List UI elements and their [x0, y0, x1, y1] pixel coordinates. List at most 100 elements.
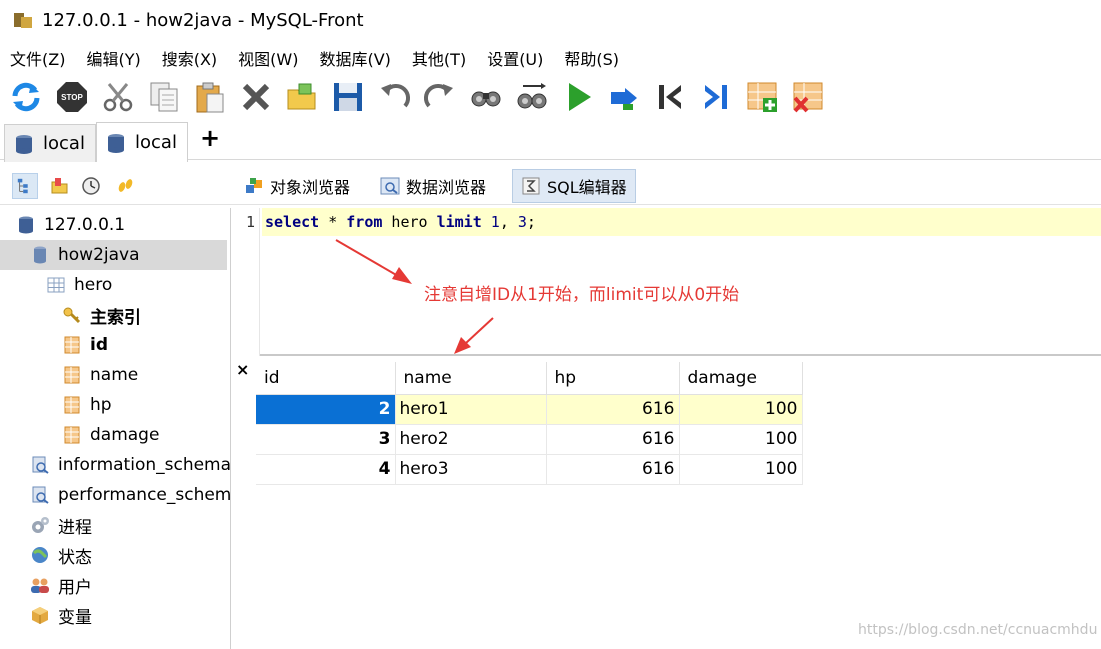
tree-item-table[interactable]: hero: [0, 270, 230, 300]
tree-item-label: how2java: [58, 245, 140, 265]
close-results-button[interactable]: ×: [236, 360, 249, 379]
tree-item-users[interactable]: 用户: [0, 570, 230, 600]
menu-view[interactable]: 视图(W): [238, 46, 298, 70]
column-header-id[interactable]: id: [256, 362, 396, 395]
bookmarks-button[interactable]: [46, 173, 72, 199]
tree-item-field[interactable]: name: [0, 360, 230, 390]
sql-keyword: limit: [436, 213, 482, 231]
cell-hp[interactable]: 616: [546, 454, 680, 485]
connection-tab-active[interactable]: local: [96, 122, 188, 162]
tree-item-status[interactable]: 状态: [0, 540, 230, 570]
users-icon: [31, 578, 49, 593]
cell-hp[interactable]: 616: [546, 394, 680, 425]
result-table: id name hp damage 2 hero1 616 100 3 hero…: [256, 362, 803, 485]
connection-tab-bar: local local +: [0, 120, 1101, 162]
copy-icon: [150, 82, 178, 112]
tree-item-field[interactable]: damage: [0, 420, 230, 450]
first-button[interactable]: [652, 79, 688, 115]
cell-id[interactable]: 4: [256, 454, 396, 485]
tree-item-label: id: [90, 335, 108, 355]
cell-name[interactable]: hero1: [395, 394, 547, 425]
menu-help[interactable]: 帮助(S): [564, 46, 619, 70]
insert-row-button[interactable]: [744, 79, 780, 115]
tree-item-system-database[interactable]: performance_schema: [0, 480, 230, 510]
table-row[interactable]: 3 hero2 616 100: [256, 424, 803, 455]
watermark: https://blog.csdn.net/ccnuacmhdu: [858, 622, 1098, 638]
field-icon: [64, 396, 80, 414]
delete-row-button[interactable]: [790, 79, 826, 115]
object-browser-button[interactable]: 对象浏览器: [236, 169, 358, 203]
replace-button[interactable]: [514, 79, 550, 115]
sql-code-line[interactable]: select * from hero limit 1, 3;: [262, 208, 1101, 236]
key-icon: [63, 307, 81, 324]
tree-item-variables[interactable]: 变量: [0, 600, 230, 630]
column-header-hp[interactable]: hp: [546, 362, 680, 395]
connection-tab[interactable]: local: [4, 124, 96, 162]
database-icon: [16, 134, 32, 154]
last-icon: [705, 85, 727, 109]
delete-button[interactable]: [238, 79, 274, 115]
tree-item-database[interactable]: how2java: [0, 240, 227, 270]
clock-icon: [82, 177, 100, 195]
table-row[interactable]: 4 hero3 616 100: [256, 454, 803, 485]
navigator-button[interactable]: [12, 173, 38, 199]
cell-name[interactable]: hero3: [395, 454, 547, 485]
first-icon: [659, 85, 681, 109]
find-button[interactable]: [468, 79, 504, 115]
cell-hp[interactable]: 616: [546, 424, 680, 455]
tree-item-system-database[interactable]: information_schema: [0, 450, 230, 480]
sql-token: hero: [382, 213, 437, 231]
menu-other[interactable]: 其他(T): [412, 46, 466, 70]
paste-button[interactable]: [192, 79, 228, 115]
column-header-damage[interactable]: damage: [679, 362, 803, 395]
save-icon: [334, 83, 362, 111]
cell-damage[interactable]: 100: [679, 454, 803, 485]
last-button[interactable]: [698, 79, 734, 115]
tree-item-field[interactable]: id: [0, 330, 230, 360]
navigator-tree: 127.0.0.1 how2java hero 主索引 id name hp d…: [0, 208, 231, 649]
system-db-icon: [32, 486, 49, 504]
run-button[interactable]: [560, 79, 596, 115]
menu-edit[interactable]: 编辑(Y): [86, 46, 140, 70]
menu-database[interactable]: 数据库(V): [319, 46, 390, 70]
menu-file[interactable]: 文件(Z): [10, 46, 65, 70]
cell-damage[interactable]: 100: [679, 424, 803, 455]
save-button[interactable]: [330, 79, 366, 115]
data-browser-button[interactable]: 数据浏览器: [372, 169, 494, 203]
run-selection-icon: [611, 88, 637, 110]
redo-button[interactable]: [422, 79, 458, 115]
tree-icon: [17, 178, 28, 194]
data-browser-icon: [380, 177, 400, 195]
menu-bar: 文件(Z) 编辑(Y) 搜索(X) 视图(W) 数据库(V) 其他(T) 设置(…: [0, 44, 640, 72]
cell-id[interactable]: 2: [256, 394, 396, 425]
cut-button[interactable]: [100, 79, 136, 115]
data-browser-label: 数据浏览器: [406, 178, 487, 197]
refresh-button[interactable]: [8, 79, 44, 115]
field-icon: [64, 366, 80, 384]
tree-item-label: hp: [90, 395, 112, 415]
cell-name[interactable]: hero2: [395, 424, 547, 455]
undo-button[interactable]: [376, 79, 412, 115]
cell-damage[interactable]: 100: [679, 394, 803, 425]
sql-editor-button[interactable]: SQL编辑器: [512, 169, 636, 203]
add-tab-button[interactable]: +: [200, 124, 220, 152]
stop-icon: STOP: [57, 82, 87, 112]
result-grid: id name hp damage 2 hero1 616 100 3 hero…: [256, 362, 803, 485]
run-selection-button[interactable]: [606, 79, 642, 115]
stop-button[interactable]: STOP: [54, 79, 90, 115]
tree-item-index[interactable]: 主索引: [0, 300, 230, 330]
menu-search[interactable]: 搜索(X): [162, 46, 217, 70]
cell-id[interactable]: 3: [256, 424, 396, 455]
toolbar: STOP: [0, 74, 1101, 120]
menu-settings[interactable]: 设置(U): [487, 46, 543, 70]
copy-button[interactable]: [146, 79, 182, 115]
tree-item-field[interactable]: hp: [0, 390, 230, 420]
history-button[interactable]: [78, 173, 104, 199]
explorer-button[interactable]: [112, 173, 138, 199]
tree-item-processes[interactable]: 进程: [0, 510, 230, 540]
column-header-name[interactable]: name: [395, 362, 547, 395]
open-button[interactable]: [284, 79, 320, 115]
process-icon: [32, 517, 49, 533]
tree-item-server[interactable]: 127.0.0.1: [0, 210, 230, 240]
table-row[interactable]: 2 hero1 616 100: [256, 394, 803, 425]
